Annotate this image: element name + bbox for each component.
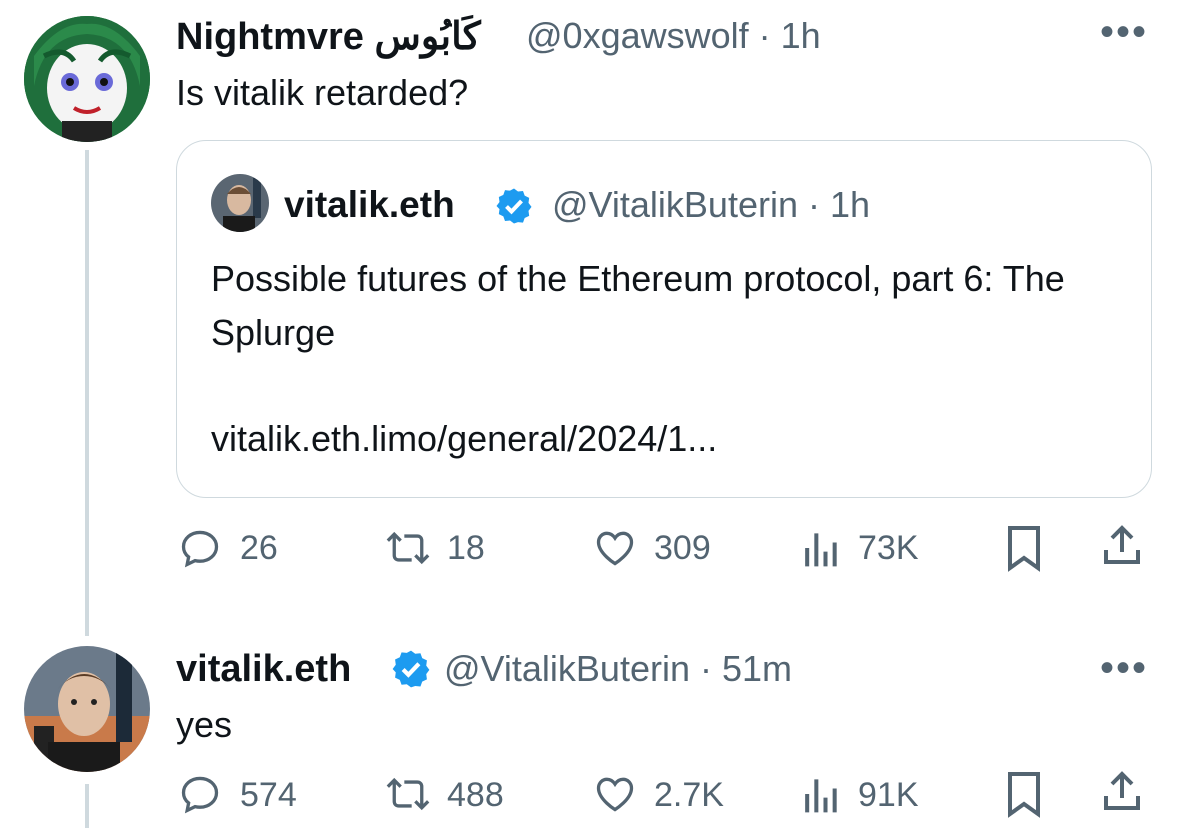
thread-line-bottom xyxy=(85,784,89,828)
bookmark-icon[interactable] xyxy=(1004,524,1044,572)
quote-handle-time[interactable]: @VitalikButerin · 1h xyxy=(552,184,870,226)
verified-badge-icon-2 xyxy=(390,648,432,690)
avatar-vitalik-small xyxy=(211,174,269,232)
quote-link[interactable]: vitalik.eth.limo/general/2024/1... xyxy=(211,418,717,460)
views-icon[interactable] xyxy=(800,526,840,570)
handle-time[interactable]: @0xgawswolf · 1h xyxy=(526,15,821,57)
like-icon-2[interactable] xyxy=(592,772,638,816)
bookmark-icon-2[interactable] xyxy=(1004,770,1044,818)
tweet-text: Is vitalik retarded? xyxy=(176,72,469,113)
repost-icon[interactable] xyxy=(381,526,435,570)
reply-count-2: 574 xyxy=(240,776,297,814)
reply-count: 26 xyxy=(240,529,278,567)
quote-display-name[interactable]: vitalik.eth xyxy=(284,184,455,226)
display-name[interactable]: Nightmvre كَابُوس xyxy=(176,14,481,59)
ellipsis-icon-2[interactable]: ••• xyxy=(1100,646,1148,691)
avatar-nightmvre[interactable] xyxy=(24,16,150,142)
views-count-2: 91K xyxy=(858,776,919,814)
share-icon-2[interactable] xyxy=(1098,768,1146,816)
repost-icon-2[interactable] xyxy=(381,772,435,816)
like-icon[interactable] xyxy=(592,526,638,570)
verified-badge-icon xyxy=(494,186,534,226)
repost-count: 18 xyxy=(447,529,485,567)
repost-count-2: 488 xyxy=(447,776,504,814)
views-count: 73K xyxy=(858,529,919,567)
like-count: 309 xyxy=(654,529,711,567)
thread-line xyxy=(85,150,89,636)
like-count-2: 2.7K xyxy=(654,776,724,814)
views-icon-2[interactable] xyxy=(800,772,840,816)
display-name-2[interactable]: vitalik.eth xyxy=(176,648,351,691)
handle-time-2[interactable]: @VitalikButerin · 51m xyxy=(444,648,792,690)
avatar-vitalik[interactable] xyxy=(24,646,150,772)
share-icon[interactable] xyxy=(1098,522,1146,570)
tweet-text-2: yes xyxy=(176,704,233,745)
quote-text: Possible futures of the Ethereum protoco… xyxy=(211,258,1065,353)
ellipsis-icon[interactable]: ••• xyxy=(1100,10,1148,55)
reply-icon-2[interactable] xyxy=(178,772,222,816)
reply-icon[interactable] xyxy=(178,526,222,570)
